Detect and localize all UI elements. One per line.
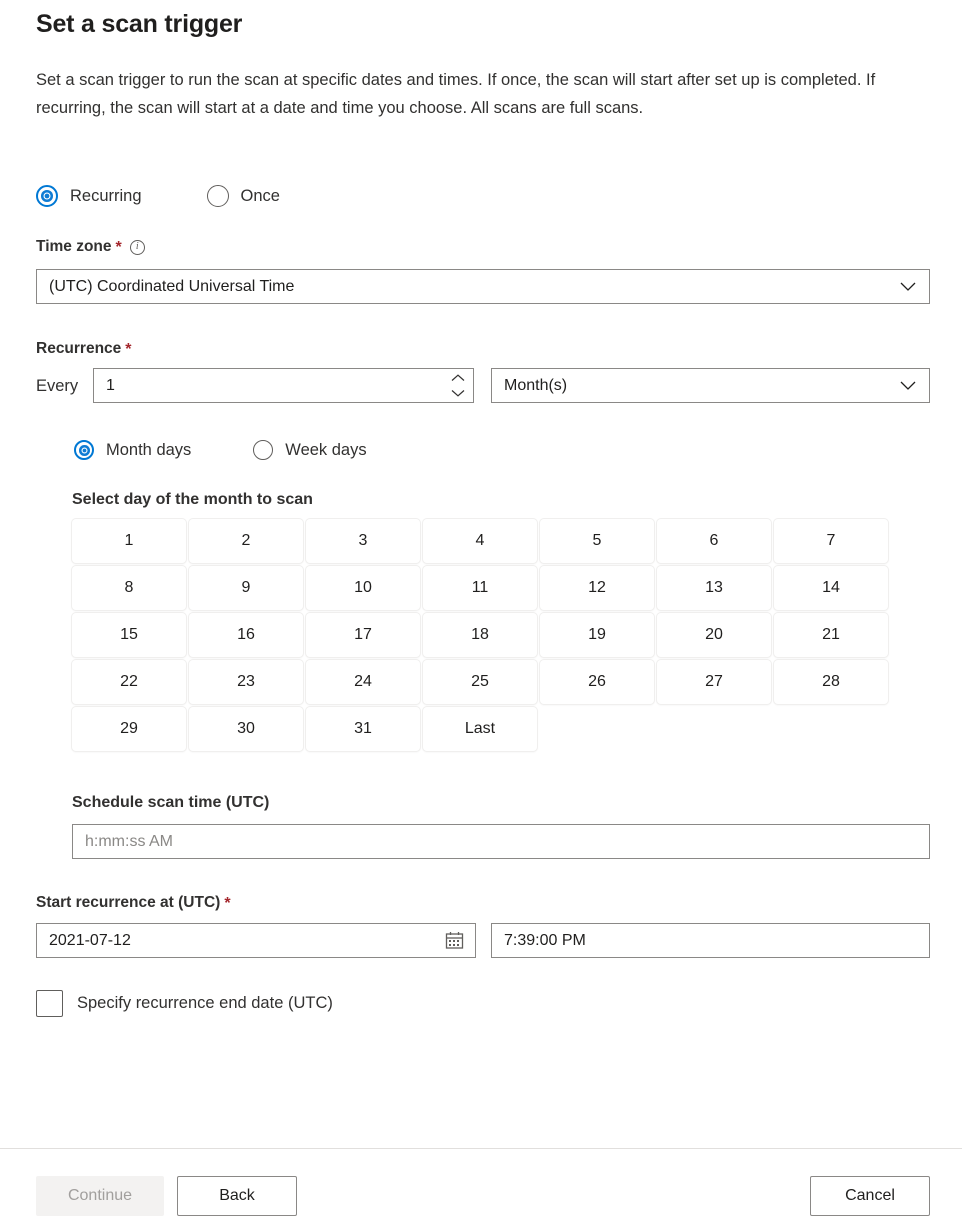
start-recurrence-required-marker: * [224,896,230,912]
day-cell[interactable]: 24 [306,660,420,704]
day-cell[interactable]: 12 [540,566,654,610]
trigger-mode-radio-group: Recurring Once [36,185,280,207]
start-recurrence-label: Start recurrence at (UTC) * [36,894,231,912]
day-cell[interactable]: 6 [657,519,771,563]
day-cell[interactable]: 11 [423,566,537,610]
stepper-up-icon[interactable] [444,370,472,386]
chevron-down-icon[interactable] [899,377,917,395]
radio-option-once[interactable]: Once [207,185,280,207]
day-cell-placeholder [657,707,771,751]
day-cell[interactable]: 26 [540,660,654,704]
day-cell-placeholder [540,707,654,751]
day-cell[interactable]: 22 [72,660,186,704]
recurrence-label: Recurrence * [36,340,132,358]
day-cell[interactable]: 9 [189,566,303,610]
day-cell[interactable]: 15 [72,613,186,657]
calendar-icon[interactable] [434,925,474,956]
recurrence-label-text: Recurrence [36,340,121,358]
day-cell[interactable]: 30 [189,707,303,751]
day-cell[interactable]: 23 [189,660,303,704]
specify-end-date-checkbox-row[interactable]: Specify recurrence end date (UTC) [36,990,333,1017]
timezone-label-text: Time zone [36,238,112,256]
recurrence-unit-dropdown[interactable]: Month(s) [491,368,930,403]
day-cell[interactable]: 18 [423,613,537,657]
day-cell[interactable]: 13 [657,566,771,610]
radio-option-month-days[interactable]: Month days [74,440,191,460]
radio-label-month-days: Month days [106,441,191,460]
day-cell[interactable]: 5 [540,519,654,563]
schedule-scan-time-placeholder: h:mm:ss AM [85,833,173,851]
radio-label-once: Once [241,187,280,206]
radio-option-week-days[interactable]: Week days [253,440,366,460]
timezone-value: (UTC) Coordinated Universal Time [49,278,294,296]
recurrence-interval-value: 1 [106,377,115,395]
day-cell[interactable]: 16 [189,613,303,657]
radio-option-recurring[interactable]: Recurring [36,185,142,207]
start-recurrence-label-text: Start recurrence at (UTC) [36,894,220,912]
start-recurrence-time-input[interactable]: 7:39:00 PM [491,923,930,958]
day-cell[interactable]: 1 [72,519,186,563]
cancel-button[interactable]: Cancel [810,1176,930,1216]
day-cell[interactable]: 27 [657,660,771,704]
day-cell[interactable]: 29 [72,707,186,751]
radio-unselected-icon [207,185,229,207]
radio-selected-icon [74,440,94,460]
chevron-down-icon[interactable] [899,278,917,296]
radio-label-recurring: Recurring [70,187,142,206]
info-icon[interactable]: i [130,240,145,255]
day-cell[interactable]: 3 [306,519,420,563]
day-cell[interactable]: 25 [423,660,537,704]
start-recurrence-time-value: 7:39:00 PM [504,932,586,950]
day-cell[interactable]: 31 [306,707,420,751]
day-cell[interactable]: 21 [774,613,888,657]
schedule-scan-time-label: Schedule scan time (UTC) [72,794,269,812]
schedule-scan-time-input[interactable]: h:mm:ss AM [72,824,930,859]
start-recurrence-date-input[interactable]: 2021-07-12 [36,923,476,958]
timezone-label: Time zone * i [36,238,145,256]
timezone-required-marker: * [116,240,122,256]
radio-selected-icon [36,185,58,207]
recurrence-interval-input[interactable]: 1 [93,368,474,403]
day-cell-last[interactable]: Last [423,707,537,751]
footer-divider [0,1148,962,1149]
day-cell[interactable]: 10 [306,566,420,610]
page-title: Set a scan trigger [36,10,242,39]
day-cell-placeholder [774,707,888,751]
page-description: Set a scan trigger to run the scan at sp… [36,66,930,122]
day-cell[interactable]: 7 [774,519,888,563]
day-cell[interactable]: 17 [306,613,420,657]
radio-label-week-days: Week days [285,441,366,460]
day-cell[interactable]: 4 [423,519,537,563]
day-cell[interactable]: 8 [72,566,186,610]
start-recurrence-date-value: 2021-07-12 [49,932,131,950]
month-day-grid: 1 2 3 4 5 6 7 8 9 10 11 12 13 14 15 16 1… [72,519,888,751]
timezone-dropdown[interactable]: (UTC) Coordinated Universal Time [36,269,930,304]
specify-end-date-label: Specify recurrence end date (UTC) [77,994,333,1013]
recurrence-mode-radio-group: Month days Week days [74,440,367,460]
day-cell[interactable]: 14 [774,566,888,610]
recurrence-required-marker: * [125,342,131,358]
day-cell[interactable]: 28 [774,660,888,704]
recurrence-unit-value: Month(s) [504,377,567,395]
day-cell[interactable]: 2 [189,519,303,563]
stepper-down-icon[interactable] [444,386,472,402]
day-picker-label: Select day of the month to scan [72,491,313,509]
checkbox-unchecked-icon[interactable] [36,990,63,1017]
quantity-stepper[interactable] [444,370,472,401]
back-button[interactable]: Back [177,1176,297,1216]
day-cell[interactable]: 19 [540,613,654,657]
day-cell[interactable]: 20 [657,613,771,657]
radio-unselected-icon [253,440,273,460]
set-scan-trigger-panel: Set a scan trigger Set a scan trigger to… [0,0,962,1231]
every-label: Every [36,377,78,396]
continue-button: Continue [36,1176,164,1216]
